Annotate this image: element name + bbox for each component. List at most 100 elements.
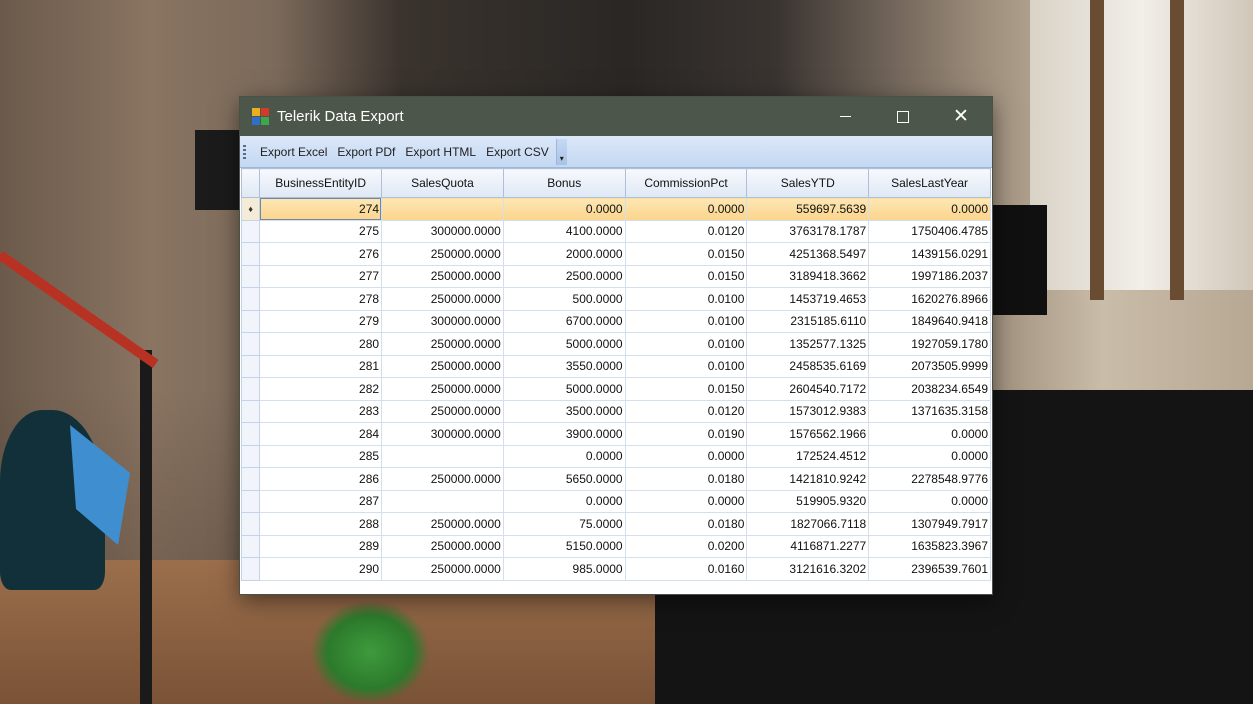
- cell-salesytd[interactable]: 1421810.9242: [746, 467, 870, 491]
- cell-salesquota[interactable]: 300000.0000: [381, 309, 504, 333]
- cell-salesquota[interactable]: 300000.0000: [381, 422, 504, 446]
- cell-bonus[interactable]: 0.0000: [502, 197, 626, 221]
- cell-salesquota[interactable]: 250000.0000: [381, 512, 504, 536]
- cell-saleslastyear[interactable]: 1307949.7917: [868, 512, 991, 536]
- cell-businessentityid[interactable]: 287: [259, 489, 383, 513]
- cell-salesytd[interactable]: 2604540.7172: [746, 377, 870, 401]
- row-selector[interactable]: [240, 489, 261, 513]
- table-row[interactable]: 275 300000.0000 4100.0000 0.0120 3763178.178…: [240, 219, 991, 243]
- cell-salesytd[interactable]: 3763178.1787: [746, 219, 870, 243]
- title-bar[interactable]: Telerik Data Export ✕: [240, 97, 992, 136]
- cell-commissionpct[interactable]: 0.0000: [624, 444, 748, 468]
- cell-bonus[interactable]: 5150.0000: [502, 534, 626, 558]
- table-row[interactable]: 283 250000.0000 3500.0000 0.0120 1573012.938…: [240, 399, 991, 423]
- table-row[interactable]: 281 250000.0000 3550.0000 0.0100 2458535.616…: [240, 354, 991, 378]
- cell-bonus[interactable]: 6700.0000: [502, 309, 626, 333]
- cell-businessentityid[interactable]: 290: [259, 557, 383, 581]
- cell-salesytd[interactable]: 3121616.3202: [746, 557, 870, 581]
- cell-saleslastyear[interactable]: 1849640.9418: [868, 309, 991, 333]
- cell-salesquota[interactable]: 300000.0000: [381, 219, 504, 243]
- row-selector[interactable]: [240, 219, 261, 243]
- cell-bonus[interactable]: 75.0000: [502, 512, 626, 536]
- cell-bonus[interactable]: 5000.0000: [502, 377, 626, 401]
- cell-businessentityid[interactable]: 278: [259, 287, 383, 311]
- cell-salesytd[interactable]: 1827066.7118: [746, 512, 870, 536]
- cell-saleslastyear[interactable]: 0.0000: [868, 422, 991, 446]
- cell-bonus[interactable]: 2000.0000: [502, 242, 626, 266]
- table-row[interactable]: 288 250000.0000 75.0000 0.0180 1827066.7118 1…: [240, 512, 991, 536]
- cell-salesquota[interactable]: 250000.0000: [381, 534, 504, 558]
- table-row[interactable]: 276 250000.0000 2000.0000 0.0150 4251368.549…: [240, 242, 991, 266]
- cell-commissionpct[interactable]: 0.0000: [624, 489, 748, 513]
- cell-bonus[interactable]: 0.0000: [502, 489, 626, 513]
- cell-businessentityid[interactable]: 282: [259, 377, 383, 401]
- column-header-businessentityid[interactable]: BusinessEntityID: [259, 168, 383, 198]
- cell-salesquota[interactable]: 250000.0000: [381, 242, 504, 266]
- row-selector[interactable]: [240, 332, 261, 356]
- cell-businessentityid[interactable]: 275: [259, 219, 383, 243]
- cell-businessentityid[interactable]: 279: [259, 309, 383, 333]
- cell-saleslastyear[interactable]: 1997186.2037: [868, 264, 991, 288]
- table-row[interactable]: 279 300000.0000 6700.0000 0.0100 2315185.611…: [240, 309, 991, 333]
- cell-businessentityid[interactable]: 281: [259, 354, 383, 378]
- table-row[interactable]: 277 250000.0000 2500.0000 0.0150 3189418.366…: [240, 264, 991, 288]
- cell-salesytd[interactable]: 1352577.1325: [746, 332, 870, 356]
- cell-saleslastyear[interactable]: 1620276.8966: [868, 287, 991, 311]
- cell-salesytd[interactable]: 519905.9320: [746, 489, 870, 513]
- cell-saleslastyear[interactable]: 1439156.0291: [868, 242, 991, 266]
- cell-salesytd[interactable]: 172524.4512: [746, 444, 870, 468]
- cell-salesytd[interactable]: 559697.5639: [746, 197, 870, 221]
- cell-bonus[interactable]: 500.0000: [502, 287, 626, 311]
- column-header-salesquota[interactable]: SalesQuota: [381, 168, 504, 198]
- row-selector[interactable]: ♦: [240, 197, 261, 221]
- cell-bonus[interactable]: 5650.0000: [502, 467, 626, 491]
- column-header-salesytd[interactable]: SalesYTD: [746, 168, 870, 198]
- table-row[interactable]: 289 250000.0000 5150.0000 0.0200 4116871.227…: [240, 534, 991, 558]
- table-row[interactable]: 280 250000.0000 5000.0000 0.0100 1352577.132…: [240, 332, 991, 356]
- cell-salesytd[interactable]: 1573012.9383: [746, 399, 870, 423]
- table-row[interactable]: 290 250000.0000 985.0000 0.0160 3121616.3202…: [240, 557, 991, 581]
- cell-salesquota[interactable]: 250000.0000: [381, 557, 504, 581]
- table-row[interactable]: 285 0.0000 0.0000 172524.4512 0.0000: [240, 444, 991, 468]
- row-selector[interactable]: [240, 354, 261, 378]
- data-grid[interactable]: BusinessEntityID SalesQuota Bonus Commis…: [240, 168, 991, 581]
- cell-salesquota[interactable]: 250000.0000: [381, 332, 504, 356]
- cell-commissionpct[interactable]: 0.0120: [624, 219, 748, 243]
- row-selector[interactable]: [240, 444, 261, 468]
- cell-saleslastyear[interactable]: 2396539.7601: [868, 557, 991, 581]
- row-selector[interactable]: [240, 264, 261, 288]
- row-selector[interactable]: [240, 467, 261, 491]
- row-selector[interactable]: [240, 242, 261, 266]
- cell-bonus[interactable]: 5000.0000: [502, 332, 626, 356]
- cell-commissionpct[interactable]: 0.0100: [624, 287, 748, 311]
- cell-salesquota[interactable]: 250000.0000: [381, 354, 504, 378]
- cell-salesytd[interactable]: 3189418.3662: [746, 264, 870, 288]
- cell-businessentityid[interactable]: 280: [259, 332, 383, 356]
- cell-businessentityid[interactable]: 286: [259, 467, 383, 491]
- cell-saleslastyear[interactable]: 0.0000: [868, 197, 991, 221]
- cell-commissionpct[interactable]: 0.0100: [624, 354, 748, 378]
- cell-businessentityid[interactable]: 274: [259, 197, 383, 221]
- cell-bonus[interactable]: 0.0000: [502, 444, 626, 468]
- row-selector[interactable]: [240, 377, 261, 401]
- maximize-button[interactable]: [874, 97, 932, 136]
- cell-businessentityid[interactable]: 277: [259, 264, 383, 288]
- cell-salesquota[interactable]: [381, 489, 504, 513]
- cell-bonus[interactable]: 2500.0000: [502, 264, 626, 288]
- cell-salesytd[interactable]: 1453719.4653: [746, 287, 870, 311]
- row-selector[interactable]: [240, 534, 261, 558]
- cell-salesquota[interactable]: 250000.0000: [381, 399, 504, 423]
- cell-businessentityid[interactable]: 276: [259, 242, 383, 266]
- cell-commissionpct[interactable]: 0.0150: [624, 377, 748, 401]
- close-button[interactable]: ✕: [932, 97, 990, 136]
- cell-commissionpct[interactable]: 0.0120: [624, 399, 748, 423]
- row-selector[interactable]: [240, 309, 261, 333]
- export-csv-button[interactable]: Export CSV: [481, 141, 554, 163]
- cell-commissionpct[interactable]: 0.0180: [624, 467, 748, 491]
- cell-saleslastyear[interactable]: 1750406.4785: [868, 219, 991, 243]
- table-row[interactable]: 278 250000.0000 500.0000 0.0100 1453719.4653…: [240, 287, 991, 311]
- table-row[interactable]: 282 250000.0000 5000.0000 0.0150 2604540.717…: [240, 377, 991, 401]
- minimize-button[interactable]: [816, 97, 874, 136]
- export-excel-button[interactable]: Export Excel: [255, 141, 332, 163]
- cell-salesquota[interactable]: 250000.0000: [381, 467, 504, 491]
